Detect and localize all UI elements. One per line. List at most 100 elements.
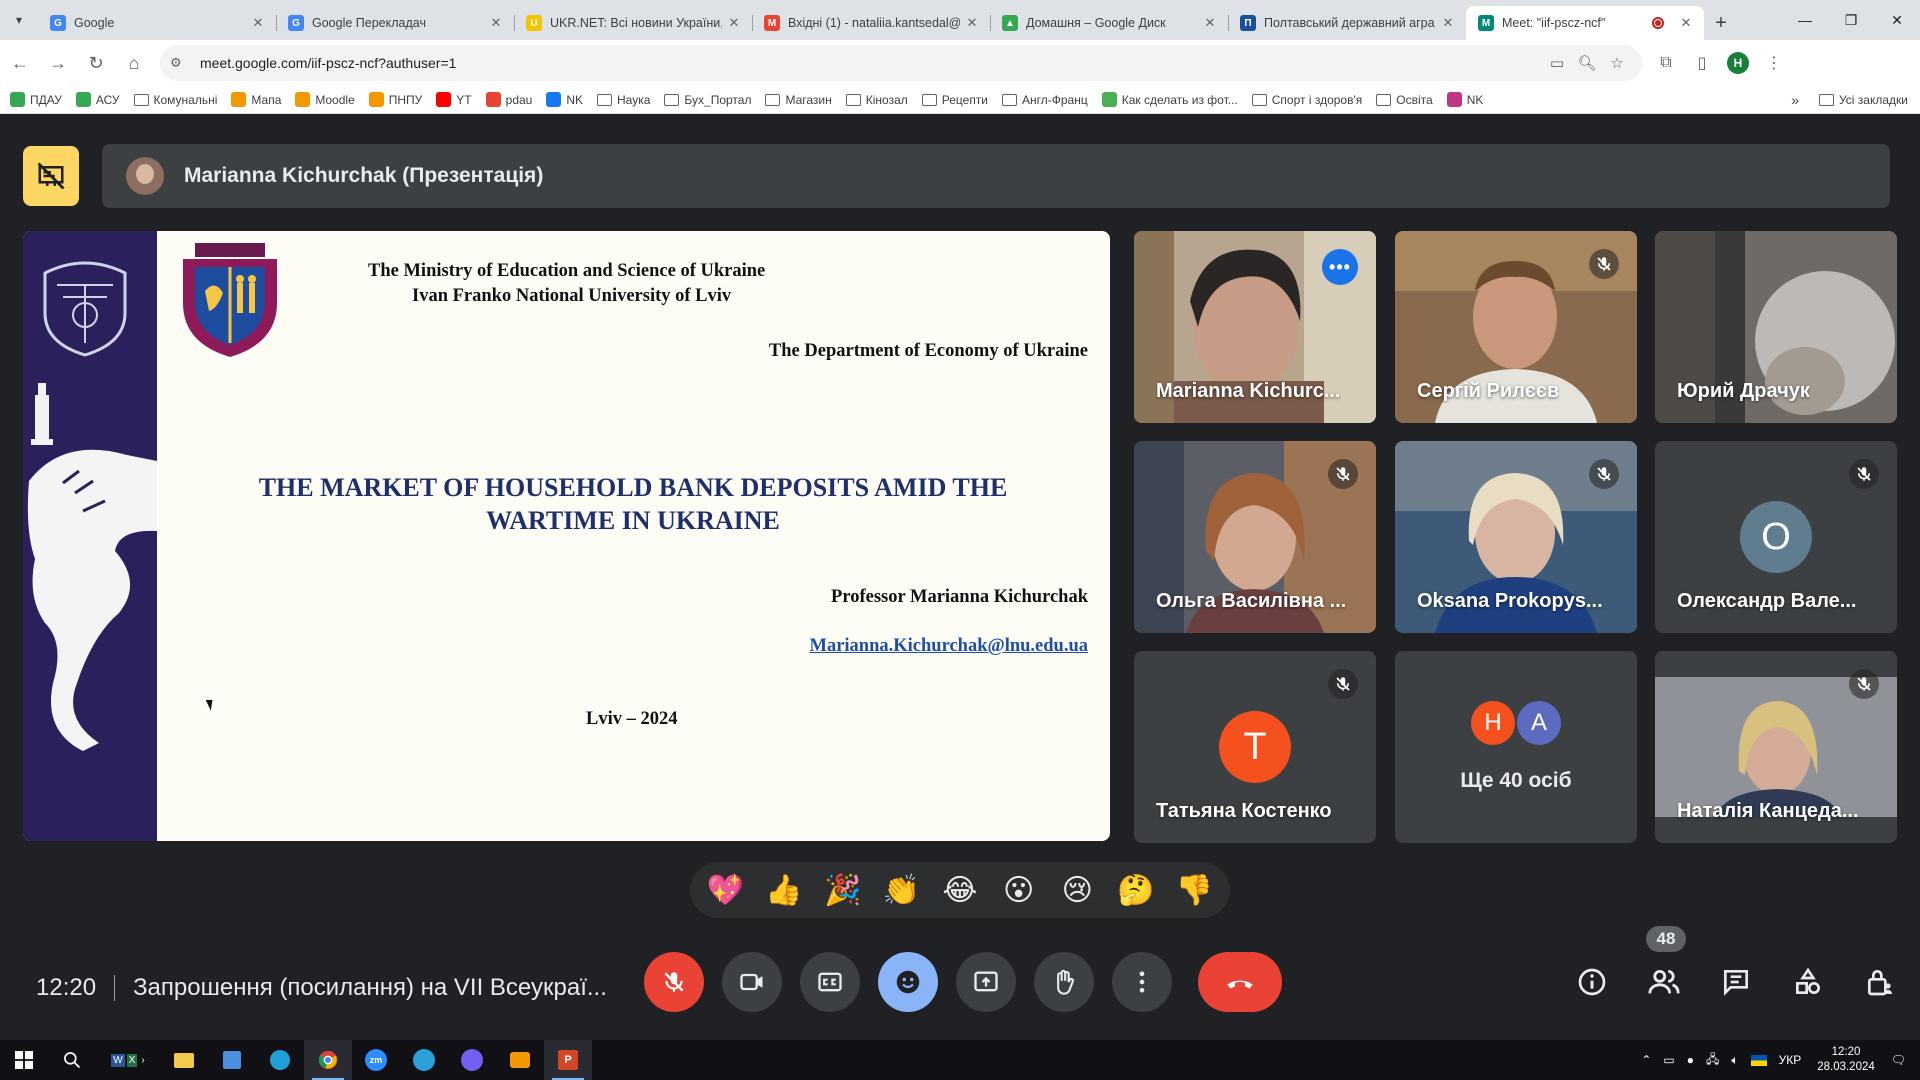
reload-icon[interactable]: ↻ [78,45,114,81]
participant-tile-yurii[interactable]: Юрий Драчук [1655,231,1897,423]
tab-ukrnet[interactable]: U UKR.NET: Всі новини України, ✕ [514,6,752,40]
chrome-icon[interactable] [304,1040,352,1080]
bookmark-item[interactable]: Рецепти [921,93,988,107]
reaction-laugh-button[interactable]: 😂 [935,873,985,908]
home-icon[interactable]: ⌂ [116,45,152,81]
chevron-up-icon[interactable]: ⌃ [1641,1053,1651,1067]
site-settings-icon[interactable]: ⚙ [170,55,190,71]
participant-tile-olha[interactable]: Ольга Василівна ... [1134,441,1376,633]
close-icon[interactable]: ✕ [964,15,980,31]
meeting-title[interactable]: Запрошення (посилання) на VII Всеукраї..… [133,974,607,1002]
language-indicator[interactable]: УКР [1779,1053,1802,1067]
notifications-icon[interactable]: 🗨︎ [1891,1053,1906,1067]
reaction-thinking-button[interactable]: 🤔 [1111,873,1161,908]
minimize-icon[interactable]: — [1782,0,1828,40]
tab-meet[interactable]: M Meet: "iif-pscz-ncf" ✕ [1466,6,1704,40]
forward-arrow-icon[interactable]: → [40,45,76,81]
close-icon[interactable]: ✕ [726,15,742,31]
send-reaction-button[interactable] [878,952,938,1012]
extensions-icon[interactable]: ⧉ [1648,45,1684,81]
reaction-thumbs-up-button[interactable]: 👍 [759,873,809,908]
bookmark-item[interactable]: ПДАУ [10,92,62,107]
bookmark-item[interactable]: Кінозал [845,93,908,107]
close-icon[interactable]: ✕ [488,15,504,31]
more-options-button[interactable]: ••• [1322,249,1358,285]
search-icon[interactable] [48,1040,96,1080]
address-bar[interactable]: ⚙ meet.google.com/iif-pscz-ncf?authuser=… [160,45,1642,81]
tab-university[interactable]: П Полтавський державний агра ✕ [1228,6,1466,40]
bookmark-item[interactable]: YT [436,92,472,107]
powerpoint-icon[interactable]: P [544,1040,592,1080]
host-controls-button[interactable] [1850,952,1910,1012]
bookmark-item[interactable]: Мапа [231,92,281,107]
close-icon[interactable]: ✕ [250,15,266,31]
start-windows-icon[interactable] [0,1040,48,1080]
zoom-icon[interactable]: 🔍︎ [1572,54,1602,72]
participant-tile-oleksandr[interactable]: O Олександр Вале... [1655,441,1897,633]
more-participants-tile[interactable]: Н A Ще 40 осіб [1395,651,1637,843]
close-window-icon[interactable]: ✕ [1874,0,1920,40]
meeting-details-button[interactable] [1562,952,1622,1012]
participant-tile-nataliia[interactable]: Наталія Канцеда... [1655,651,1897,843]
side-panel-icon[interactable]: ▯ [1684,45,1720,81]
bookmark-item[interactable]: pdau [485,92,532,107]
network-icon[interactable]: 🖧︎ [1706,1050,1719,1071]
bookmark-item[interactable]: NK [1446,92,1483,107]
edge-icon[interactable] [256,1040,304,1080]
new-tab-button[interactable]: + [1704,6,1738,40]
bookmark-item[interactable]: ПНПУ [368,92,422,107]
tab-google-drive[interactable]: ▲ Домашня – Google Диск ✕ [990,6,1228,40]
bookmark-item[interactable]: Освіта [1376,93,1433,107]
office-apps-icon[interactable]: W X › [96,1040,160,1080]
participant-tile-marianna[interactable]: ••• Marianna Kichurc... [1134,231,1376,423]
profile-avatar[interactable]: Н [1727,52,1749,74]
photos-icon[interactable] [496,1040,544,1080]
reaction-clap-button[interactable]: 👏 [876,873,926,908]
bookmark-star-icon[interactable]: ☆ [1602,54,1632,72]
store-icon[interactable] [208,1040,256,1080]
chat-button[interactable] [1706,952,1766,1012]
microphone-toggle-button[interactable] [644,952,704,1012]
restore-icon[interactable]: ❐ [1828,0,1874,40]
close-icon[interactable]: ✕ [1202,15,1218,31]
camera-icon[interactable]: ▭ [1542,54,1572,72]
activities-button[interactable] [1778,952,1838,1012]
camera-toggle-button[interactable] [722,952,782,1012]
bookmark-item[interactable]: АСУ [75,92,120,107]
reaction-sparkling-heart-button[interactable]: 💖 [700,873,750,908]
meet-tray-icon[interactable]: ▭ [1663,1053,1674,1067]
bookmark-item[interactable]: Магазин [765,93,832,107]
app-tray-icon[interactable]: ● [1687,1053,1694,1067]
leave-call-button[interactable] [1198,952,1282,1012]
people-button[interactable]: 48 [1634,926,1694,1012]
participant-tile-tatiana[interactable]: T Татьяна Костенко [1134,651,1376,843]
reaction-party-button[interactable]: 🎉 [818,873,868,908]
bookmark-item[interactable]: Комунальні [133,93,217,107]
file-explorer-icon[interactable] [160,1040,208,1080]
volume-icon[interactable]: 🔈︎ [1731,1053,1738,1068]
tab-google-translate[interactable]: G Google Перекладач ✕ [276,6,514,40]
bookmark-item[interactable]: Бух_Портал [664,93,751,107]
reaction-surprised-button[interactable]: 😮 [994,873,1044,908]
participant-tile-oksana[interactable]: Oksana Prokopys... [1395,441,1637,633]
bookmark-item[interactable]: Наука [597,93,650,107]
all-bookmarks[interactable]: Усі закладки [1818,93,1908,107]
participant-tile-serhii[interactable]: Сергій Рилєєв [1395,231,1637,423]
bookmark-item[interactable]: Moodle [295,92,355,107]
present-now-button[interactable] [956,952,1016,1012]
back-arrow-icon[interactable]: ← [2,45,38,81]
tab-search-chevron-icon[interactable]: ▾ [0,0,38,40]
raise-hand-button[interactable] [1034,952,1094,1012]
close-icon[interactable]: ✕ [1678,15,1694,31]
tab-gmail[interactable]: M Вхідні (1) - nataliia.kantsedal@ ✕ [752,6,990,40]
zoom-app-icon[interactable]: zm [352,1040,400,1080]
bookmark-item[interactable]: Англ-Франц [1002,93,1088,107]
reaction-thumbs-down-button[interactable]: 👎 [1170,873,1220,908]
bookmark-item[interactable]: Как сделать из фот... [1101,92,1238,107]
browser-menu-icon[interactable]: ⋮ [1756,45,1792,81]
tab-google[interactable]: G Google ✕ [38,6,276,40]
stop-presenting-button[interactable] [23,146,79,206]
bookmark-item[interactable]: Спорт і здоров'я [1251,93,1362,107]
slide-email-link[interactable]: Marianna.Kichurchak@lnu.edu.ua [809,636,1088,657]
close-icon[interactable]: ✕ [1440,15,1456,31]
